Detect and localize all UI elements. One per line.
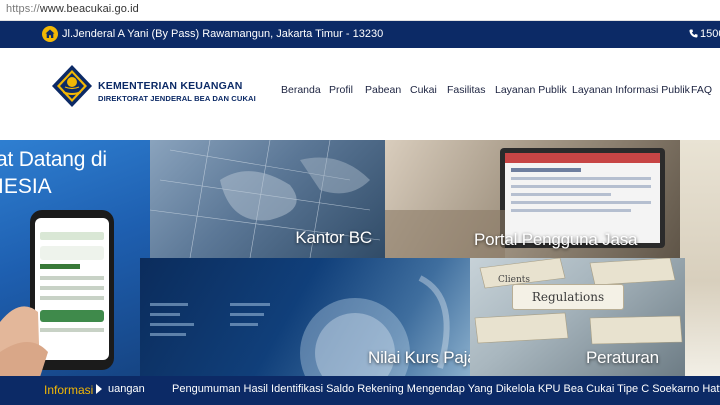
tile-title: Peraturan: [586, 348, 659, 367]
site-header: KEMENTERIAN KEUANGAN DIREKTORAT JENDERAL…: [0, 48, 720, 140]
nav-cukai[interactable]: Cukai: [410, 84, 437, 96]
welcome-text-2: IESIA: [0, 175, 52, 198]
ticker-label: Informasi: [44, 383, 94, 397]
tile-nilai-kurs-pajak[interactable]: Nilai Kurs Pajak: [140, 258, 475, 376]
url-scheme: https://: [6, 3, 40, 15]
phone-icon: [689, 29, 698, 38]
ticker-previous-item[interactable]: uangan: [108, 383, 145, 395]
nav-beranda[interactable]: Beranda: [281, 84, 321, 96]
nav-layanan-informasi-publik[interactable]: Layanan Informasi Publik: [572, 84, 690, 96]
contact-phone[interactable]: 1500: [689, 28, 720, 40]
nav-layanan-publik[interactable]: Layanan Publik: [495, 84, 567, 96]
browser-address-bar[interactable]: https://www.beacukai.go.id: [0, 0, 720, 21]
nav-faq[interactable]: FAQ: [691, 84, 712, 96]
nav-fasilitas[interactable]: Fasilitas: [447, 84, 486, 96]
org-name: KEMENTERIAN KEUANGAN: [98, 80, 243, 92]
home-location-icon: [42, 26, 58, 42]
tile-partial-right[interactable]: [680, 140, 720, 376]
play-arrow-icon: [96, 384, 102, 394]
tile-title: Portal Pengguna Jasa: [474, 230, 638, 249]
tile-title: Kantor BC: [295, 228, 372, 247]
news-ticker: Informasi uangan Pengumuman Hasil Identi…: [0, 376, 720, 405]
tile-peraturan[interactable]: Clients Regulations Peraturan: [470, 258, 685, 376]
kemenkeu-emblem-icon[interactable]: [50, 64, 94, 108]
tile-kantor-bc[interactable]: Kantor BC: [150, 140, 390, 258]
tile-portal-pengguna-jasa[interactable]: Portal Pengguna Jasa: [385, 140, 685, 258]
folder-tab-regulations: Regulations: [512, 284, 624, 310]
ticker-headline[interactable]: Pengumuman Hasil Identifikasi Saldo Reke…: [172, 383, 720, 395]
hero-banner: at Datang di IESIA Kantor BC Portal Peng…: [0, 140, 720, 376]
phone-number: 1500: [700, 28, 720, 40]
top-info-bar: Jl.Jenderal A Yani (By Pass) Rawamangun,…: [0, 21, 720, 48]
welcome-text: at Datang di: [0, 148, 107, 171]
nav-profil[interactable]: Profil: [329, 84, 353, 96]
url-text[interactable]: https://www.beacukai.go.id: [6, 3, 139, 15]
office-address: Jl.Jenderal A Yani (By Pass) Rawamangun,…: [62, 28, 384, 40]
tile-title: Nilai Kurs Pajak: [368, 348, 475, 367]
org-unit: DIREKTORAT JENDERAL BEA DAN CUKAI: [98, 94, 256, 103]
mobile-app-phone-image: [0, 210, 114, 376]
url-host: www.beacukai.go.id: [39, 3, 139, 15]
nav-pabean[interactable]: Pabean: [365, 84, 401, 96]
